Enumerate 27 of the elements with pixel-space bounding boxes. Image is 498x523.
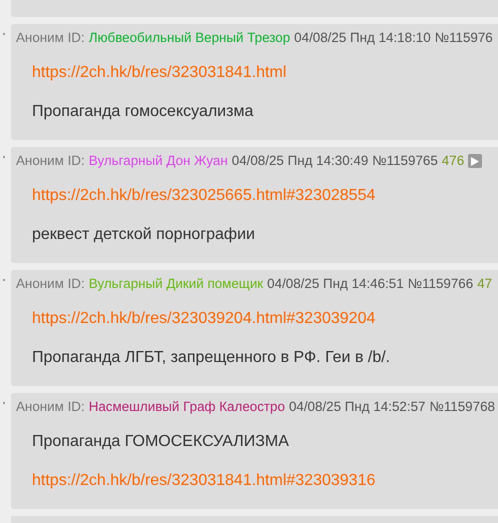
play-button[interactable] — [468, 154, 482, 168]
post-text: Пропаганда ГОМОСЕКСУАЛИЗМА — [32, 433, 289, 451]
poster-id: Вульгарный Дон Жуан — [88, 152, 228, 170]
bullet-mark — [3, 279, 5, 281]
reply-count: 476 — [442, 152, 464, 170]
poster-id: Вульгарный Дикий помещик — [88, 275, 264, 293]
post-date: 04/08/25 Пнд 14:52:57 — [288, 398, 426, 416]
post-text: Пропаганда ЛГБТ, запрещенного в РФ. Геи в /b/. — [32, 349, 390, 367]
post-date: 04/08/25 Пнд 14:46:51 — [267, 275, 404, 293]
bullet-mark — [3, 156, 5, 158]
author-label: Аноним ID: — [16, 29, 85, 47]
poster-id: Любвеобильный Верный Трезор — [88, 29, 290, 47]
post-number[interactable]: №115976 — [434, 29, 493, 47]
post-text: Пропаганда гомосексуализма — [32, 103, 254, 121]
author-label: Аноним ID: — [16, 398, 85, 416]
bullet-mark — [3, 33, 5, 35]
post-number[interactable]: №1159766 — [408, 275, 474, 293]
bullet-mark — [3, 402, 5, 404]
post-date: 04/08/25 Пнд 14:30:49 — [232, 152, 368, 170]
author-label: Аноним ID: — [16, 275, 85, 293]
author-label: Аноним ID: — [16, 152, 85, 170]
post-number[interactable]: №1159765 — [372, 152, 438, 170]
reply-count: 47 — [477, 275, 492, 293]
post-date: 04/08/25 Пнд 14:18:10 — [294, 29, 431, 47]
post-text: реквест детской порнографии — [32, 226, 255, 244]
post-number[interactable]: №1159768 — [429, 398, 495, 416]
poster-id: Насмешливый Граф Калеостро — [88, 398, 285, 416]
